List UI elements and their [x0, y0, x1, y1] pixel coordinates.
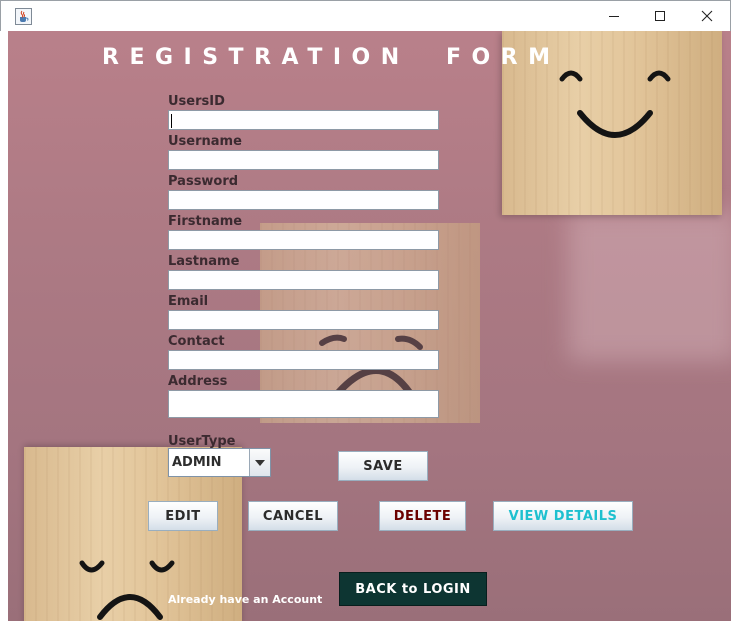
dropdown-arrow[interactable]	[249, 449, 270, 476]
chevron-down-icon	[255, 459, 265, 466]
contact-label: Contact	[168, 334, 225, 349]
save-button[interactable]: SAVE	[338, 451, 428, 481]
address-label: Address	[168, 374, 228, 389]
username-input[interactable]	[168, 150, 439, 170]
contact-input[interactable]	[168, 350, 439, 370]
lastname-label: Lastname	[168, 254, 240, 269]
form-title: REGISTRATION FORM	[102, 45, 561, 70]
minimize-button[interactable]	[591, 1, 637, 31]
edit-button[interactable]: EDIT	[148, 501, 218, 531]
email-input[interactable]	[168, 310, 439, 330]
maximize-icon	[655, 11, 665, 21]
registration-panel: REGISTRATION FORM UsersID Username Passw…	[8, 31, 731, 621]
email-label: Email	[168, 294, 209, 309]
password-input[interactable]	[168, 190, 439, 210]
java-cup-icon	[15, 8, 32, 25]
username-label: Username	[168, 134, 242, 149]
already-have-account-text: Already have an Account	[168, 593, 323, 606]
lastname-input[interactable]	[168, 270, 439, 290]
cancel-button[interactable]: CANCEL	[248, 501, 338, 531]
close-button[interactable]	[684, 1, 730, 31]
background-glow	[568, 211, 731, 361]
usertype-value: ADMIN	[172, 455, 222, 470]
usertype-label: UserType	[168, 434, 236, 449]
usertype-dropdown[interactable]: ADMIN	[168, 448, 271, 477]
password-label: Password	[168, 174, 239, 189]
firstname-input[interactable]	[168, 230, 439, 250]
minimize-icon	[609, 16, 619, 17]
back-to-login-button[interactable]: BACK to LOGIN	[339, 572, 487, 606]
usersid-input[interactable]	[168, 110, 439, 130]
usersid-label: UsersID	[168, 94, 225, 109]
maximize-button[interactable]	[637, 1, 683, 31]
address-input[interactable]	[168, 390, 439, 418]
view-details-button[interactable]: VIEW DETAILS	[493, 501, 633, 531]
text-caret	[171, 114, 172, 128]
delete-button[interactable]: DELETE	[379, 501, 466, 531]
close-icon	[701, 10, 713, 22]
firstname-label: Firstname	[168, 214, 243, 229]
window-titlebar	[0, 0, 731, 31]
